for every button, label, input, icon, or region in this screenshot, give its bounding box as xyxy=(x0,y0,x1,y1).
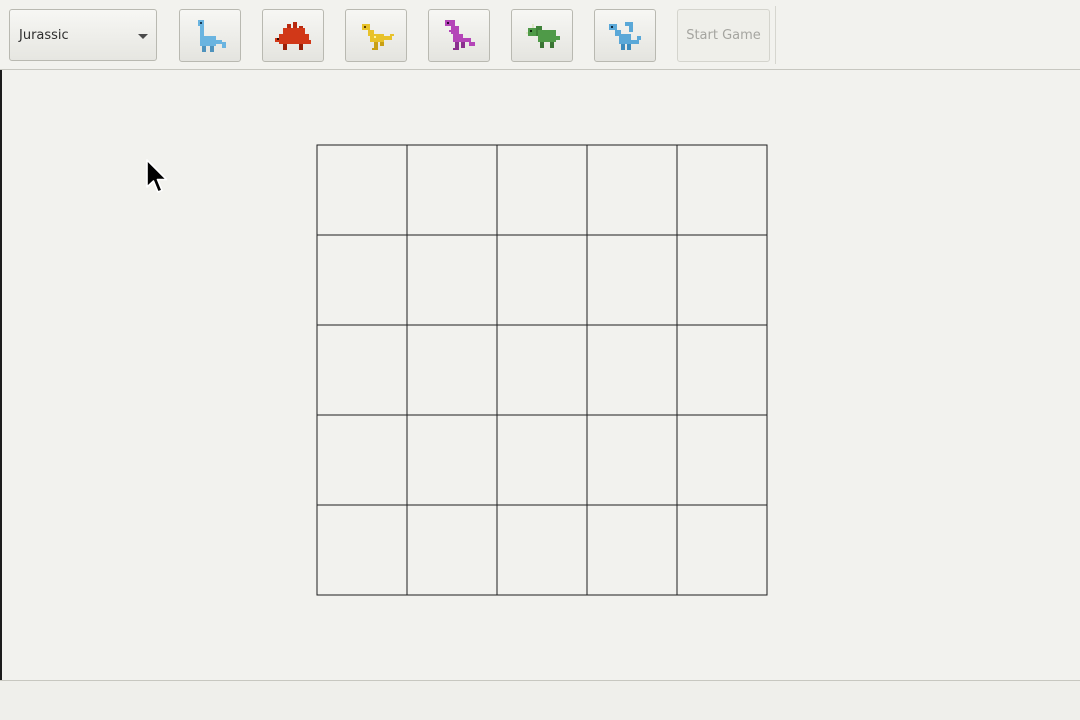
board-cell-3-4[interactable] xyxy=(676,414,768,506)
dino-button-yellow-raptor[interactable] xyxy=(345,9,407,62)
board-cell-2-3[interactable] xyxy=(586,324,678,416)
triceratops-icon xyxy=(526,23,560,48)
window-edge xyxy=(0,0,2,720)
board-cell-2-1[interactable] xyxy=(406,324,498,416)
trex-icon xyxy=(445,19,475,50)
board-cell-2-2[interactable] xyxy=(496,324,588,416)
board-cell-1-3[interactable] xyxy=(586,234,678,326)
game-board[interactable] xyxy=(316,144,768,596)
status-bar xyxy=(0,680,1080,720)
board-cell-1-4[interactable] xyxy=(676,234,768,326)
dino-button-red-stegosaurus[interactable] xyxy=(262,9,324,62)
board-cell-1-1[interactable] xyxy=(406,234,498,326)
era-select-value: Jurassic xyxy=(19,28,69,43)
start-game-button[interactable]: Start Game xyxy=(677,9,770,62)
board-cell-4-2[interactable] xyxy=(496,504,588,596)
board-cell-4-1[interactable] xyxy=(406,504,498,596)
board-grid xyxy=(316,144,768,596)
board-cell-3-2[interactable] xyxy=(496,414,588,506)
board-cell-3-3[interactable] xyxy=(586,414,678,506)
app-window: Jurassic Start Game xyxy=(0,0,1080,720)
dragon-icon xyxy=(609,21,641,50)
board-cell-2-4[interactable] xyxy=(676,324,768,416)
dino-button-blue-sauropod[interactable] xyxy=(179,9,241,62)
board-cell-3-1[interactable] xyxy=(406,414,498,506)
board-cell-4-0[interactable] xyxy=(316,504,408,596)
board-cell-0-0[interactable] xyxy=(316,144,408,236)
mouse-cursor-icon xyxy=(146,159,172,203)
board-cell-0-4[interactable] xyxy=(676,144,768,236)
board-cell-0-3[interactable] xyxy=(586,144,678,236)
board-cell-2-0[interactable] xyxy=(316,324,408,416)
era-select[interactable]: Jurassic xyxy=(9,9,157,61)
start-game-label: Start Game xyxy=(686,28,761,43)
dino-button-blue-dragon[interactable] xyxy=(594,9,656,62)
dino-button-green-triceratops[interactable] xyxy=(511,9,573,62)
board-cell-4-4[interactable] xyxy=(676,504,768,596)
sauropod-icon xyxy=(198,19,226,52)
toolbar-separator xyxy=(775,6,776,64)
dino-button-purple-trex[interactable] xyxy=(428,9,490,62)
board-cell-0-2[interactable] xyxy=(496,144,588,236)
board-cell-1-0[interactable] xyxy=(316,234,408,326)
raptor-icon xyxy=(362,23,394,50)
stegosaurus-icon xyxy=(275,21,311,50)
board-cell-4-3[interactable] xyxy=(586,504,678,596)
board-cell-3-0[interactable] xyxy=(316,414,408,506)
board-cell-0-1[interactable] xyxy=(406,144,498,236)
board-cell-1-2[interactable] xyxy=(496,234,588,326)
toolbar: Jurassic Start Game xyxy=(0,0,1080,70)
chevron-down-icon xyxy=(138,34,148,39)
